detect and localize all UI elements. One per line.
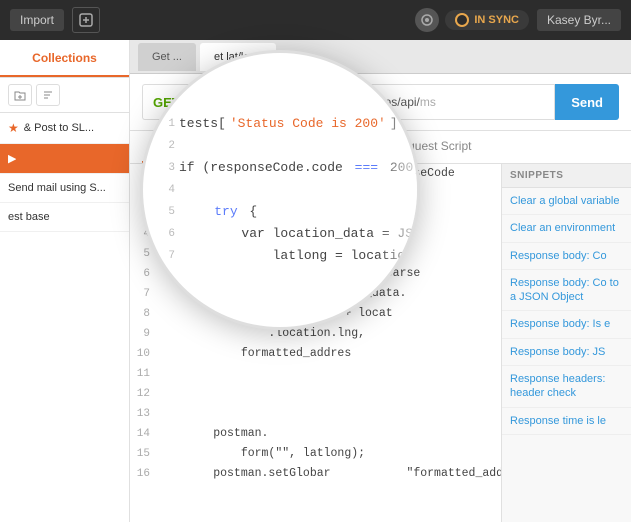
sync-settings-icon[interactable] (415, 8, 439, 32)
snippets-header: SNIPPETS (502, 164, 631, 188)
code-line: 7 latlong = location_data. (130, 284, 501, 304)
import-button[interactable]: Import (10, 9, 64, 31)
tab-bar: Get ... et lat/long + (130, 40, 631, 74)
sidebar-item-2-active[interactable]: ▶ (0, 144, 129, 174)
snippet-item[interactable]: Clear a global variable (502, 188, 631, 215)
line-number: 6 (130, 264, 158, 284)
sidebar-item-label: Send mail using S... (8, 182, 106, 194)
code-line: 6 var location_data = JSON.parse (130, 264, 501, 284)
content-area: Get ... et lat/long + GET ▾ https://maps… (130, 40, 631, 522)
star-icon: ★ (8, 121, 19, 135)
snippet-item[interactable]: Response headers: header check (502, 366, 631, 408)
line-number: 2 (130, 184, 158, 204)
code-line: 3if (responseCode.code === 200) { (130, 204, 501, 224)
send-button[interactable]: Send (555, 84, 619, 120)
url-section: GET ▾ https://maps.googleapis.com/maps/a… (130, 74, 631, 131)
code-line: 13 (130, 404, 501, 424)
new-tab-icon (79, 13, 93, 27)
url-suffix: ms (420, 95, 436, 109)
sub-tabs: Authorization Headers Body Pre-request S… (130, 131, 631, 164)
editor-area: 1tests['Status Code is 200'] = (response… (130, 164, 631, 522)
sub-tab-body[interactable]: Body (309, 131, 360, 163)
line-number: 10 (130, 344, 158, 364)
code-line: 1tests['Status Code is 200'] = (response… (130, 164, 501, 184)
code-line: 14 postman. (130, 424, 501, 444)
code-editor[interactable]: 1tests['Status Code is 200'] = (response… (130, 164, 501, 522)
line-content: tests['Status Code is 200'] = (responseC… (158, 164, 501, 184)
line-number: 15 (130, 444, 158, 464)
line-number: 12 (130, 384, 158, 404)
sidebar-item-label: ▶ (8, 152, 16, 165)
sidebar: Collections ★ & Post to SL... (0, 40, 130, 522)
line-number: 4 (130, 224, 158, 244)
line-number: 8 (130, 304, 158, 324)
topbar: Import IN SYNC Kasey Byr... (0, 0, 631, 40)
sidebar-item-label: est base (8, 211, 50, 223)
line-content: if (responseCode.code === 200) { (158, 204, 501, 224)
code-line: 15 form("", latlong); (130, 444, 501, 464)
url-bar: GET ▾ https://maps.googleapis.com/maps/a… (142, 84, 619, 120)
line-content: .lat + "," + locat (158, 304, 501, 324)
snippet-item[interactable]: Response body: Is e (502, 311, 631, 338)
line-number: 3 (130, 204, 158, 224)
sync-status-badge: IN SYNC (445, 10, 529, 30)
sidebar-toolbar (0, 78, 129, 113)
tab-get-latlong[interactable]: et lat/long (200, 43, 276, 71)
new-collection-icon-button[interactable] (72, 7, 100, 33)
line-number: 1 (130, 164, 158, 184)
url-input[interactable]: https://maps.googleapis.com/maps/api/ms (201, 84, 555, 120)
sync-area: IN SYNC (415, 8, 529, 32)
line-content: .location.lng, (158, 324, 501, 344)
line-content: postman.setGlobar "formatted_address" (158, 464, 501, 484)
line-content: form("", latlong); (158, 444, 501, 464)
main-layout: Collections ★ & Post to SL... (0, 40, 631, 522)
code-line: 10 formatted_addres (130, 344, 501, 364)
sub-tab-pre-request-script[interactable]: Pre-request Script (363, 131, 484, 163)
line-content: postman. (158, 424, 501, 444)
line-content: latlong = location_data. (158, 284, 501, 304)
sidebar-item-3[interactable]: Send mail using S... (0, 174, 129, 203)
snippet-item[interactable]: Clear an environment (502, 215, 631, 242)
line-number: 11 (130, 364, 158, 384)
sidebar-item-label: & Post to SL... (24, 122, 94, 134)
new-folder-button[interactable] (8, 84, 32, 106)
code-line: 11 (130, 364, 501, 384)
sub-tab-authorization[interactable]: Authorization (142, 131, 236, 163)
sub-tab-headers[interactable]: Headers (238, 131, 307, 163)
tab-get[interactable]: Get ... (138, 43, 196, 71)
code-line: 8 .lat + "," + locat (130, 304, 501, 324)
snippet-item[interactable]: Response body: Co (502, 243, 631, 270)
add-tab-button[interactable]: + (280, 48, 299, 66)
code-line: 2 (130, 184, 501, 204)
line-number: 5 (130, 244, 158, 264)
method-dropdown[interactable]: GET ▾ (142, 84, 201, 120)
line-content: try { (158, 244, 501, 264)
sidebar-tab-collections[interactable]: Collections (0, 40, 129, 77)
code-line: 16 postman.setGlobar "formatted_address" (130, 464, 501, 484)
snippet-item[interactable]: Response time is le (502, 408, 631, 435)
sort-button[interactable] (36, 84, 60, 106)
snippets-panel: SNIPPETS Clear a global variableClear an… (501, 164, 631, 522)
line-number: 13 (130, 404, 158, 424)
line-content: formatted_addres (158, 344, 501, 364)
line-number: 9 (130, 324, 158, 344)
snippet-item[interactable]: Response body: JS (502, 339, 631, 366)
user-button[interactable]: Kasey Byr... (537, 9, 621, 31)
sidebar-item-1[interactable]: ★ & Post to SL... (0, 113, 129, 144)
sync-dot (455, 13, 469, 27)
code-line: 9 .location.lng, (130, 324, 501, 344)
snippet-item[interactable]: Response body: Co to a JSON Object (502, 270, 631, 312)
sidebar-item-4[interactable]: est base (0, 203, 129, 232)
sidebar-tabs: Collections (0, 40, 129, 78)
line-number: 16 (130, 464, 158, 484)
code-line: 5 try { (130, 244, 501, 264)
code-line: 4 (130, 224, 501, 244)
line-number: 14 (130, 424, 158, 444)
line-content: var location_data = JSON.parse (158, 264, 501, 284)
code-line: 12 (130, 384, 501, 404)
chevron-down-icon: ▾ (186, 97, 191, 108)
line-number: 7 (130, 284, 158, 304)
